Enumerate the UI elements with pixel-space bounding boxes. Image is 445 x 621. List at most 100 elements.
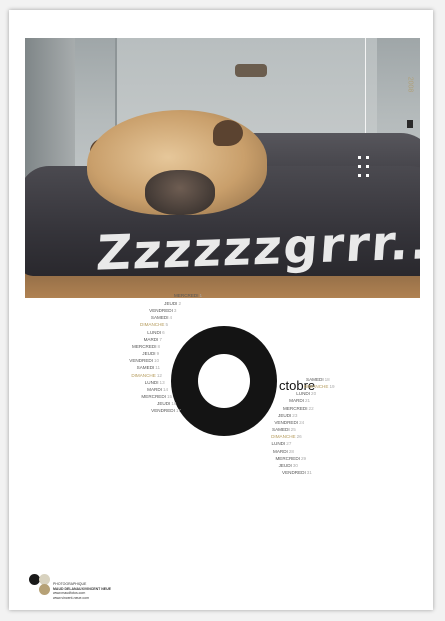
calendar-day: SAMEDI18 [306, 377, 330, 383]
day-label: VENDREDI [151, 408, 175, 414]
day-number: 16 [171, 401, 177, 407]
calendar-day: JEUDI16 [157, 401, 177, 407]
day-label: MERCREDI [275, 455, 300, 461]
calendar-day: DIMANCHE19 [303, 384, 335, 390]
day-label: SAMEDI [136, 365, 155, 371]
big-letter-o [171, 326, 277, 436]
calendar-day: MERCREDI15 [141, 393, 173, 400]
day-number: 1 [199, 293, 203, 298]
day-label: DIMANCHE [271, 434, 296, 440]
day-label: JEUDI [157, 401, 171, 407]
calendar-day: MERCREDI22 [283, 405, 314, 412]
day-label: VENDREDI [282, 469, 306, 475]
dog-snout [145, 170, 215, 215]
day-number: 26 [296, 434, 302, 440]
calendar-day: MERCREDI29 [275, 455, 307, 462]
calendar-day: LUNDI13 [144, 379, 165, 386]
day-number: 25 [290, 427, 296, 433]
dot-grid-icon [358, 156, 372, 178]
cushion-caption: Zzzzzzgrrr.. [94, 214, 420, 282]
day-label: SAMEDI [272, 427, 290, 433]
calendar-day: DIMANCHE12 [131, 372, 162, 379]
calendar-day: DIMANCHE26 [271, 434, 302, 440]
calendar-day: JEUDI30 [278, 462, 298, 469]
day-label: VENDREDI [149, 308, 173, 314]
year-marker [407, 120, 413, 128]
calendar-day: VENDREDI10 [129, 358, 160, 364]
calendar-day: MARDI14 [147, 386, 169, 393]
dog-ear-right [213, 120, 243, 146]
day-label: MARDI [143, 336, 159, 342]
day-number: 14 [162, 386, 169, 392]
day-number: 15 [166, 393, 173, 399]
calendar-day: JEUDI9 [142, 351, 160, 357]
day-number: 2 [178, 301, 181, 306]
day-label: DIMANCHE [303, 384, 329, 390]
day-number: 13 [159, 379, 165, 385]
day-number: 30 [292, 462, 298, 468]
day-number: 17 [175, 408, 181, 414]
day-label: JEUDI [278, 462, 292, 468]
day-number: 28 [288, 448, 294, 454]
calendar-day: DIMANCHE5 [140, 323, 168, 328]
bulldog-photo: Zzzzzzgrrr.. [25, 38, 420, 298]
day-number: 11 [155, 365, 161, 371]
day-label: JEUDI [278, 412, 292, 418]
day-label: MERCREDI [141, 393, 166, 399]
day-label: LUNDI [271, 441, 286, 447]
day-number: 3 [173, 308, 177, 314]
day-label: DIMANCHE [131, 372, 156, 378]
calendar-day: VENDREDI17 [151, 408, 181, 414]
day-number: 4 [169, 315, 173, 321]
calendar-day: LUNDI27 [271, 442, 291, 447]
day-number: 6 [162, 329, 165, 335]
calendar-day: MARDI7 [143, 336, 162, 343]
day-number: 9 [156, 351, 160, 357]
day-label: MARDI [273, 448, 288, 454]
day-number: 23 [292, 412, 298, 418]
calendar-day: LUNDI20 [296, 391, 317, 397]
day-number: 20 [311, 391, 317, 397]
year-label: 2008 [406, 76, 414, 92]
calendar-day: MARDI28 [273, 448, 294, 455]
day-label: MERCREDI [283, 405, 308, 411]
calendar-page: Zzzzzzgrrr.. 2008 ctobre MERCREDI1 JEUDI2… [9, 10, 433, 610]
credits: PHOTOGRAPHIQUE MAUD DELANAUX/VINCENT NEU… [53, 582, 111, 600]
day-number: 29 [300, 455, 307, 461]
calendar-day: JEUDI2 [164, 301, 181, 307]
day-label: LUNDI [147, 329, 162, 335]
day-label: LUNDI [144, 379, 159, 385]
calendar-day: SAMEDI25 [272, 427, 296, 433]
day-label: MERCREDI [174, 293, 199, 298]
calendar-day: MERCREDI1 [174, 293, 203, 299]
day-number: 24 [299, 419, 305, 425]
day-number: 7 [159, 336, 162, 342]
day-label: MARDI [289, 398, 304, 404]
calendar-day: MARDI21 [289, 399, 310, 404]
credits-line-4: www.vincent-neue.com [53, 595, 89, 600]
day-label: JEUDI [164, 301, 178, 306]
day-label: JEUDI [142, 351, 156, 357]
day-label: VENDREDI [129, 358, 153, 364]
studio-logo [29, 574, 53, 598]
year-strip: 2008 [405, 38, 415, 130]
calendar-day: VENDREDI31 [282, 469, 312, 476]
day-label: DIMANCHE [140, 322, 165, 328]
day-label: MARDI [147, 386, 162, 392]
day-number: 12 [156, 372, 162, 378]
calendar-day: JEUDI23 [278, 412, 298, 419]
day-number: 8 [157, 343, 161, 349]
day-label: MERCREDI [132, 343, 157, 349]
day-number: 10 [154, 358, 160, 364]
day-label: SAMEDI [150, 315, 169, 321]
day-label: LUNDI [296, 391, 311, 397]
day-number: 27 [286, 441, 292, 447]
day-number: 22 [308, 405, 314, 411]
day-number: 21 [304, 398, 311, 404]
day-number: 19 [329, 384, 335, 390]
calendar-day: VENDREDI24 [274, 419, 305, 426]
calendar-day: LUNDI6 [147, 329, 165, 336]
calendar-day: MERCREDI8 [132, 343, 161, 350]
day-number: 5 [165, 322, 169, 328]
calendar-day: SAMEDI4 [150, 315, 173, 321]
